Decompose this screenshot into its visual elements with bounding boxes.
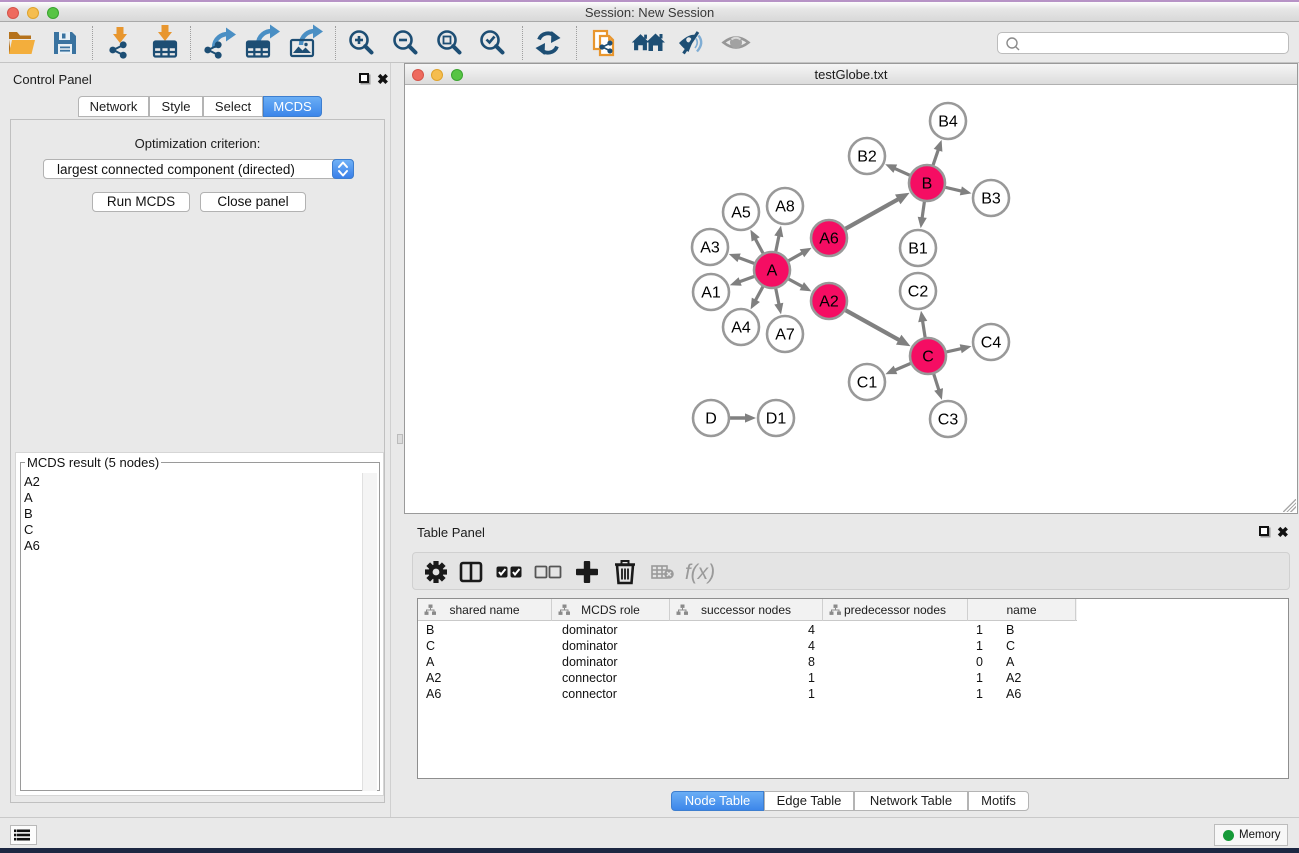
- svg-text:C3: C3: [938, 412, 959, 429]
- svg-text:A: A: [767, 263, 778, 280]
- svg-text:B1: B1: [908, 241, 928, 258]
- svg-text:B4: B4: [938, 114, 958, 131]
- svg-text:C: C: [922, 349, 934, 366]
- svg-text:A5: A5: [731, 205, 751, 222]
- svg-text:C4: C4: [981, 335, 1002, 352]
- svg-text:A7: A7: [775, 327, 795, 344]
- svg-text:B3: B3: [981, 191, 1001, 208]
- svg-text:f(x): f(x): [685, 561, 715, 584]
- svg-text:D: D: [705, 411, 717, 428]
- svg-text:A3: A3: [700, 240, 720, 257]
- svg-text:C2: C2: [908, 284, 929, 301]
- svg-text:B2: B2: [857, 149, 877, 166]
- svg-text:A1: A1: [701, 285, 721, 302]
- svg-text:A6: A6: [819, 231, 839, 248]
- svg-text:A8: A8: [775, 199, 795, 216]
- svg-text:C1: C1: [857, 375, 878, 392]
- svg-text:D1: D1: [766, 411, 787, 428]
- svg-text:A2: A2: [819, 294, 839, 311]
- svg-text:B: B: [922, 176, 933, 193]
- svg-text:A4: A4: [731, 320, 751, 337]
